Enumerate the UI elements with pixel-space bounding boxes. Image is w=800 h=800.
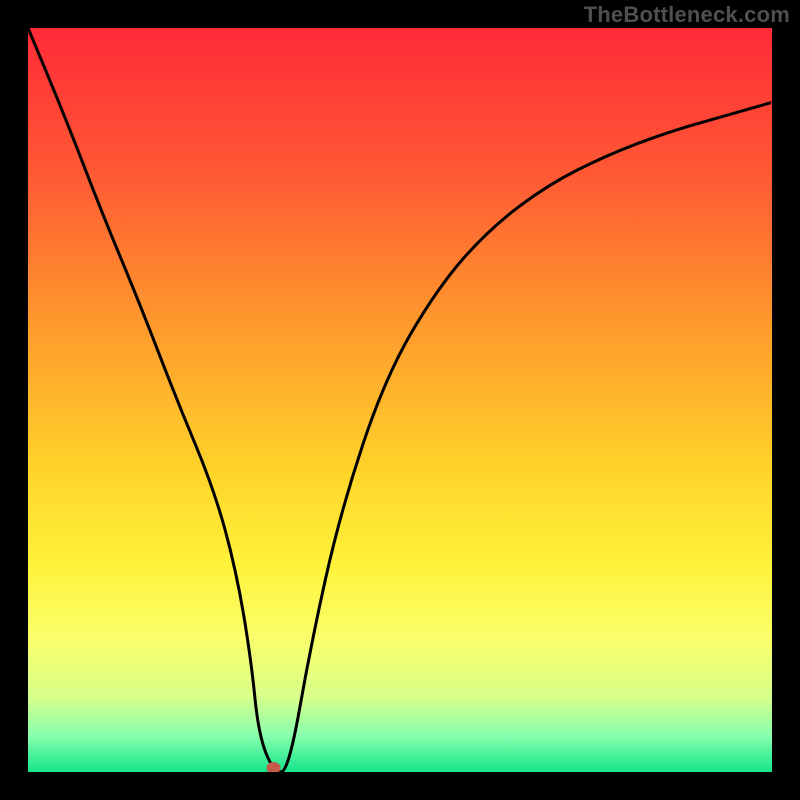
chart-plot (28, 28, 772, 772)
watermark-text: TheBottleneck.com (584, 2, 790, 28)
chart-svg (28, 28, 772, 772)
chart-background (28, 28, 772, 772)
chart-frame: TheBottleneck.com (0, 0, 800, 800)
